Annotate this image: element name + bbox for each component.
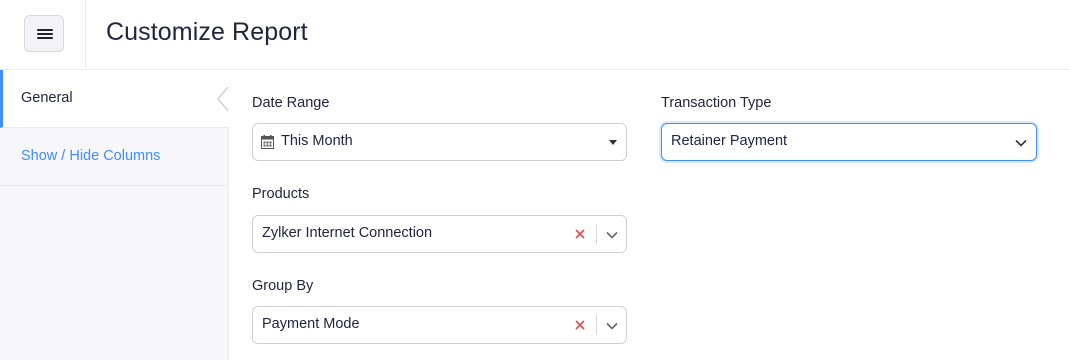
date-range-select[interactable]: This Month	[252, 123, 627, 161]
chevron-left-icon[interactable]	[216, 86, 230, 112]
calendar-icon	[261, 135, 274, 149]
transaction-type-select[interactable]: Retainer Payment	[661, 123, 1037, 161]
chevron-down-icon	[1015, 139, 1027, 147]
sidebar-item-show-hide-columns[interactable]: Show / Hide Columns	[0, 128, 229, 186]
products-value: Zylker Internet Connection	[262, 225, 433, 241]
group-by-label: Group By	[252, 278, 314, 294]
date-range-value: This Month	[281, 133, 353, 149]
hamburger-menu-icon-bar	[37, 37, 53, 39]
clear-icon[interactable]	[575, 320, 585, 330]
select-divider	[596, 224, 597, 244]
chevron-down-icon[interactable]	[606, 231, 618, 239]
chevron-down-icon[interactable]	[606, 322, 618, 330]
page-title: Customize Report	[106, 18, 308, 46]
caret-down-icon	[609, 140, 617, 145]
clear-icon[interactable]	[575, 229, 585, 239]
sidebar-item-general[interactable]: General	[0, 70, 229, 128]
select-divider	[596, 315, 597, 335]
sidebar: General Show / Hide Columns	[0, 70, 229, 360]
group-by-select[interactable]: Payment Mode	[252, 306, 627, 344]
header: Customize Report	[0, 0, 1070, 70]
sidebar-item-label: Show / Hide Columns	[21, 148, 161, 164]
date-range-label: Date Range	[252, 95, 330, 111]
hamburger-menu-icon	[37, 29, 53, 31]
menu-cell	[0, 0, 86, 70]
transaction-type-label: Transaction Type	[661, 95, 772, 111]
hamburger-menu-icon-bar	[37, 33, 53, 35]
products-select[interactable]: Zylker Internet Connection	[252, 215, 627, 253]
products-label: Products	[252, 186, 310, 202]
group-by-value: Payment Mode	[262, 316, 360, 332]
sidebar-item-label: General	[21, 90, 73, 106]
transaction-type-value: Retainer Payment	[671, 133, 788, 149]
hamburger-menu-button[interactable]	[24, 15, 64, 52]
